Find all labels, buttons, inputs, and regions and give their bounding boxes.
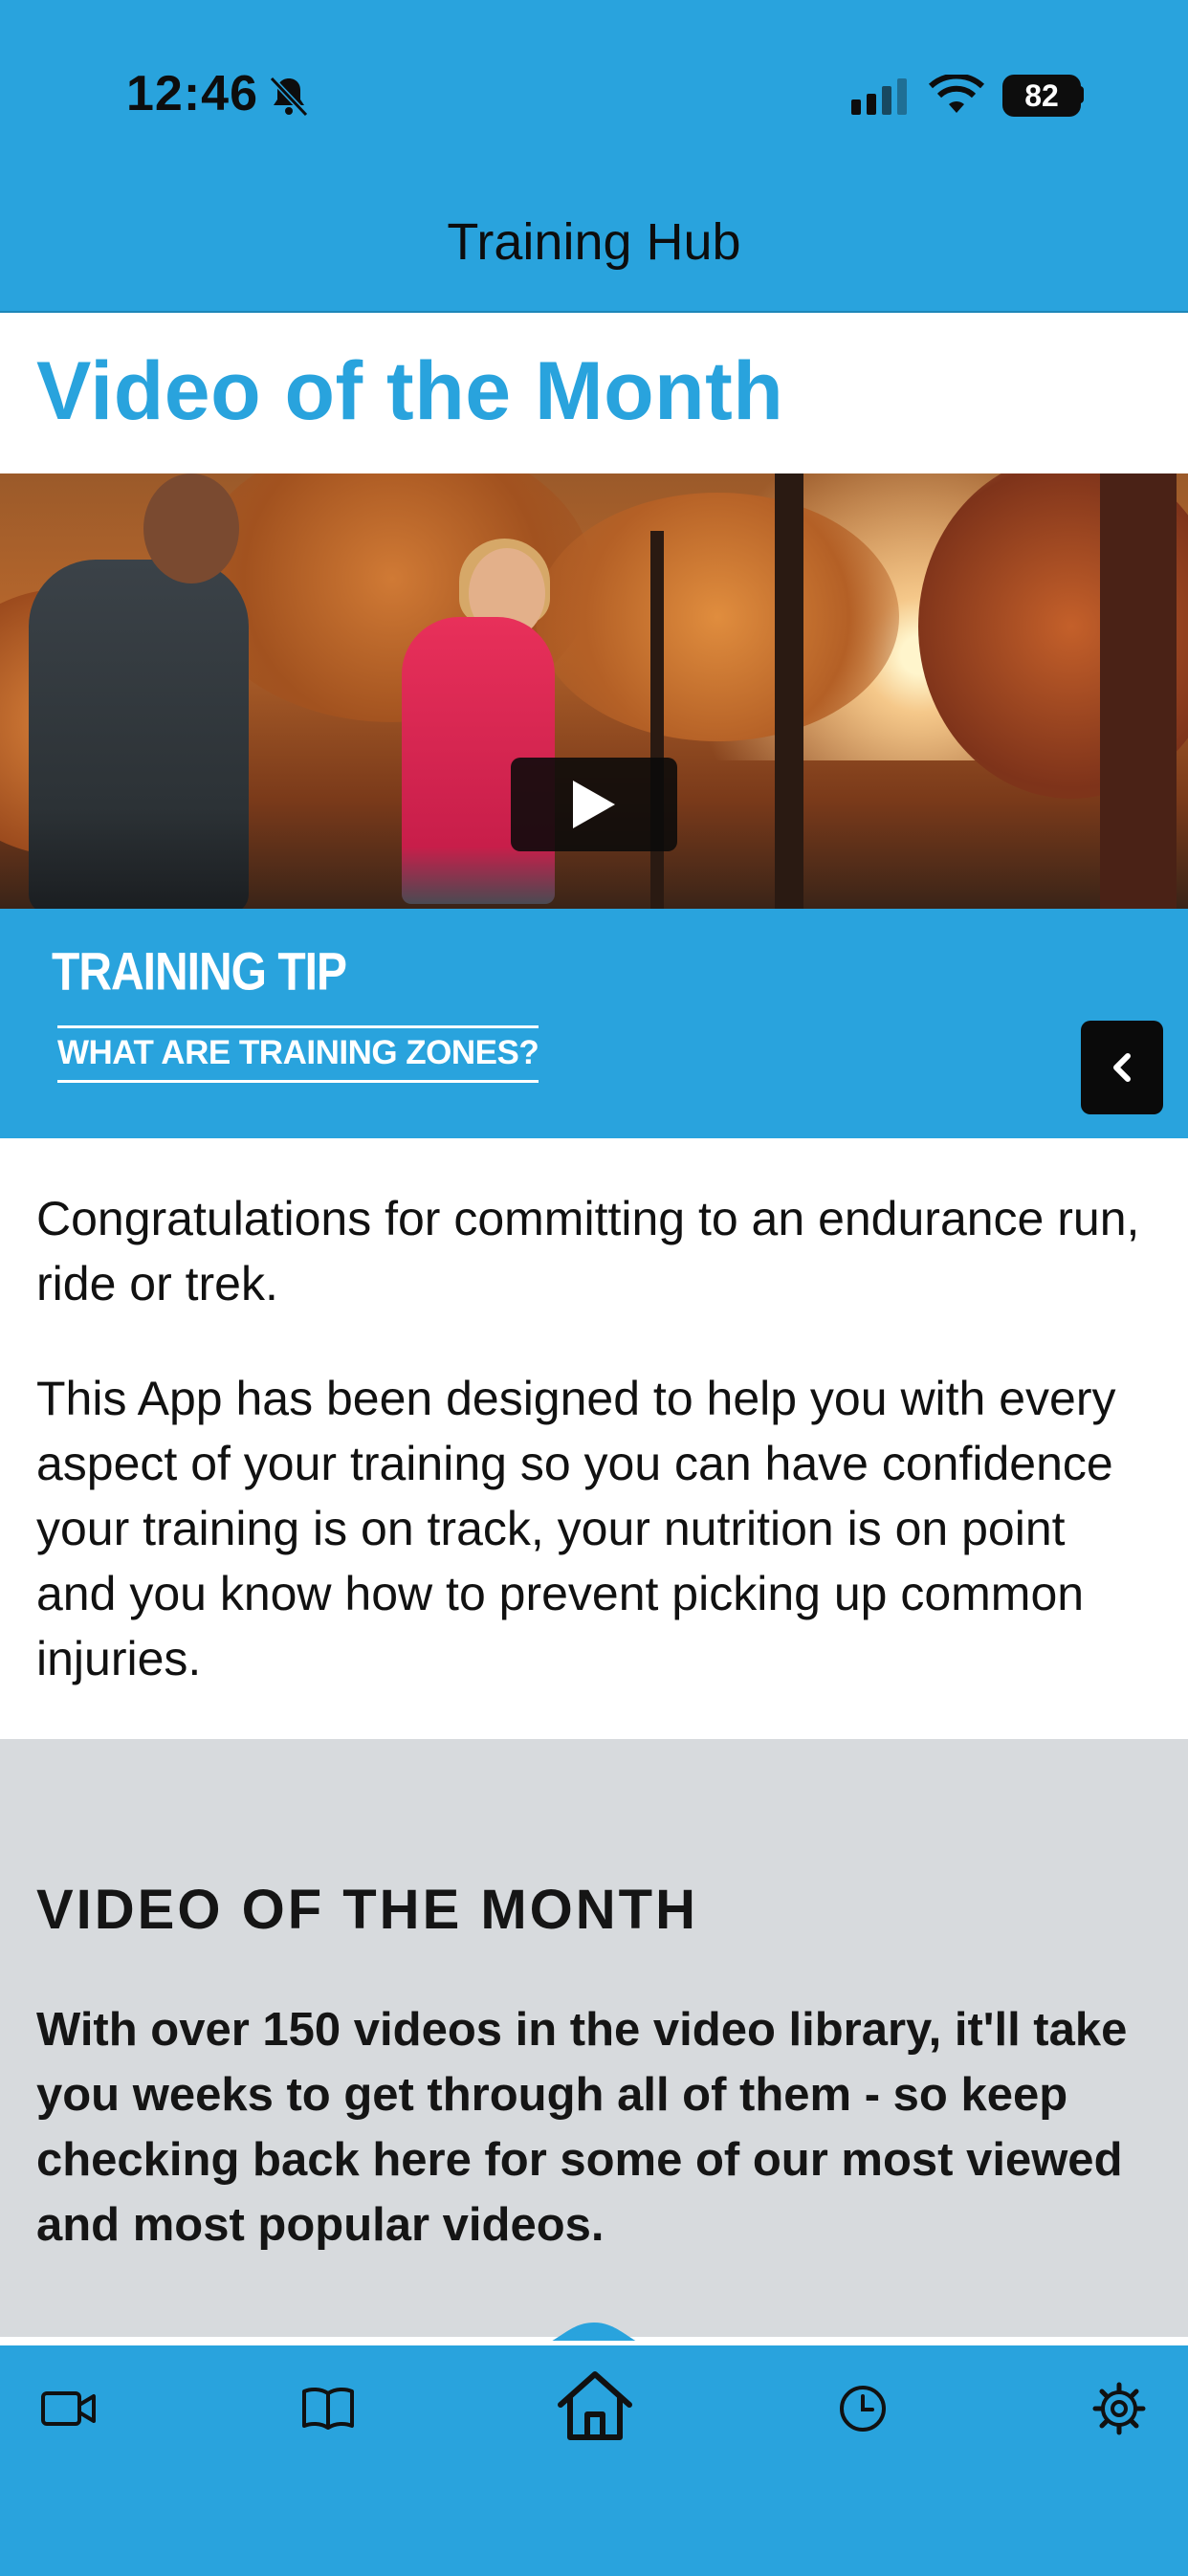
intro-text: Congratulations for committing to an end… <box>36 1186 1155 1741</box>
status-bar: 12:46 82 <box>0 0 1188 191</box>
training-tip-banner: TRAINING TIP WHAT ARE TRAINING ZONES? <box>0 909 1188 1138</box>
bell-muted-icon <box>269 76 309 118</box>
wifi-icon <box>928 75 985 113</box>
clock-icon <box>840 2386 886 2432</box>
intro-paragraph: Congratulations for committing to an end… <box>36 1192 1140 1310</box>
tab-history[interactable] <box>825 2370 901 2447</box>
tab-home[interactable] <box>552 2363 638 2449</box>
battery-indicator: 82 <box>1002 75 1081 117</box>
page-title: Video of the Month <box>36 345 784 437</box>
tab-settings[interactable] <box>1081 2370 1157 2447</box>
tab-videos[interactable] <box>31 2370 107 2447</box>
runner-man <box>29 560 249 909</box>
status-time: 12:46 <box>126 66 258 121</box>
video-of-month-section: VIDEO OF THE MONTH With over 150 videos … <box>0 1739 1188 2337</box>
battery-nub <box>1077 86 1084 103</box>
signal-icon <box>851 78 907 115</box>
app-header: 12:46 82 Training Hub <box>0 0 1188 313</box>
gear-icon <box>1092 2382 1146 2435</box>
chevron-left-icon <box>1113 1053 1131 1082</box>
book-icon <box>302 2387 354 2430</box>
video-camera-icon <box>41 2391 96 2426</box>
tree-trunk <box>775 473 803 909</box>
runner-man-head <box>143 473 239 583</box>
section-text: With over 150 videos in the video librar… <box>36 2004 1128 2251</box>
section-heading: VIDEO OF THE MONTH <box>36 1879 698 1941</box>
previous-button[interactable] <box>1081 1021 1163 1114</box>
tree-trunk <box>650 531 664 909</box>
nav-title: Training Hub <box>447 213 741 271</box>
intro-paragraph: This App has been designed to help you w… <box>36 1372 1116 1685</box>
tip-subtitle: WHAT ARE TRAINING ZONES? <box>57 1025 539 1083</box>
play-button[interactable] <box>511 758 677 851</box>
tree-trunk <box>1100 473 1177 909</box>
foliage <box>536 493 899 741</box>
tip-title: TRAINING TIP <box>52 943 347 1002</box>
home-icon <box>558 2371 632 2440</box>
play-icon <box>573 781 615 828</box>
tab-library[interactable] <box>290 2370 366 2447</box>
